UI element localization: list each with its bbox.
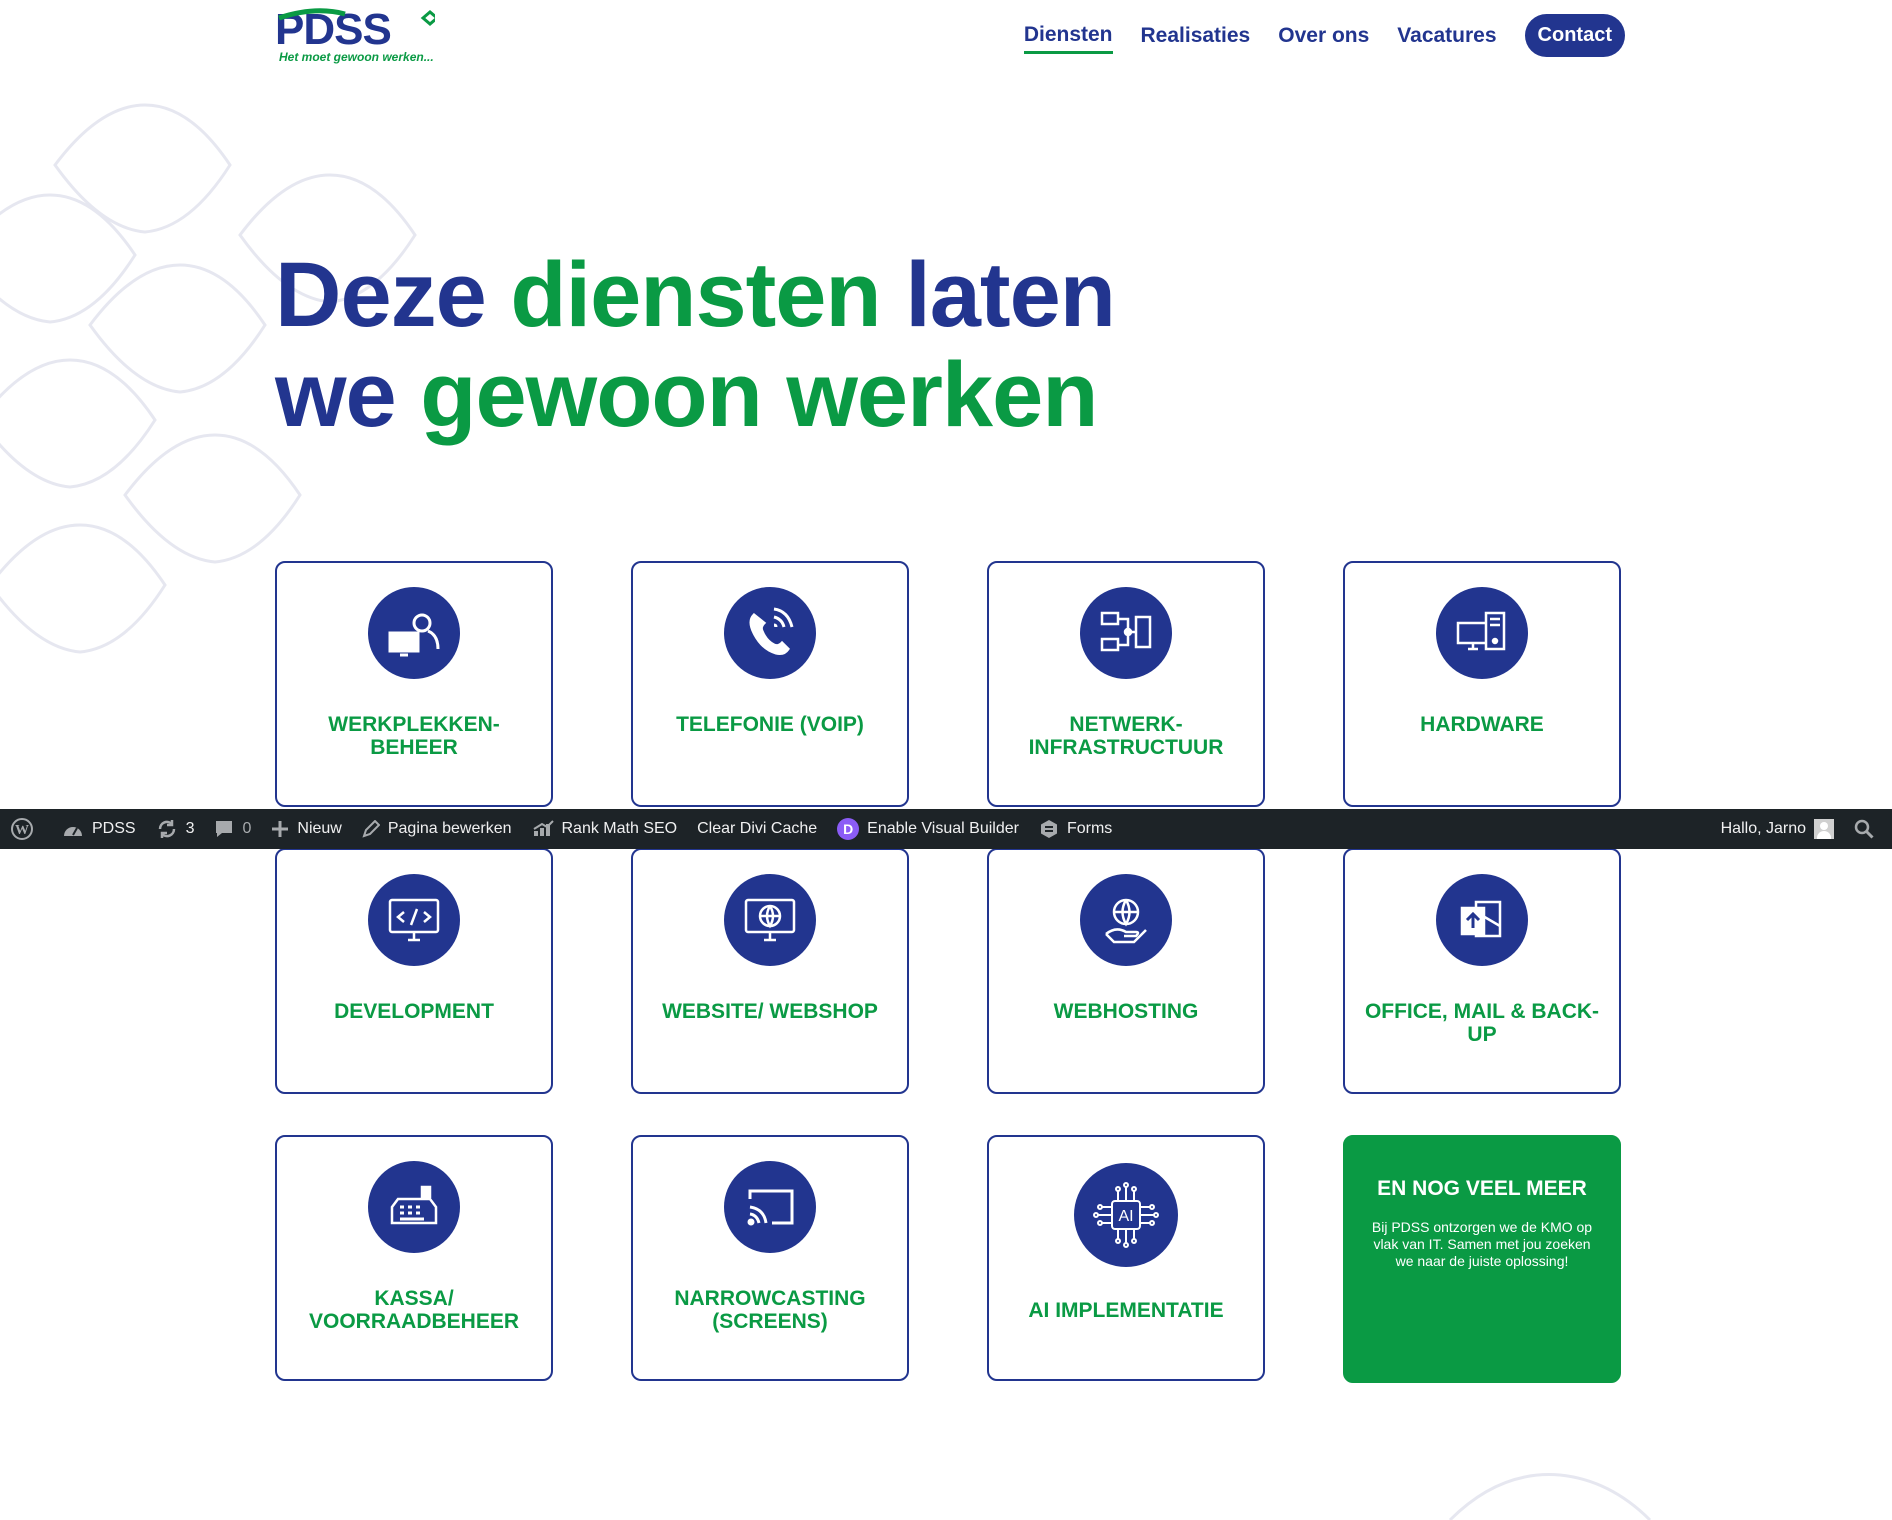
more-services-card[interactable]: EN NOG VEEL MEER Bij PDSS ontzorgen we d… (1343, 1135, 1621, 1383)
hero-text-5: gewoon werken (420, 344, 1098, 446)
service-card-kassa[interactable]: KASSA/ VOORRAADBEHEER (275, 1135, 553, 1381)
logo-tagline: Het moet gewoon werken... (279, 50, 434, 64)
comments-count: 0 (242, 820, 252, 837)
svg-text:W: W (15, 823, 29, 838)
service-label: WEBHOSTING (1053, 1000, 1199, 1023)
site-name-label: PDSS (92, 820, 136, 837)
rank-math-icon (532, 820, 554, 838)
service-card-narrowcasting[interactable]: NARROWCASTING (SCREENS) (631, 1135, 909, 1381)
hero-text-2: diensten (510, 244, 881, 346)
more-text: Bij PDSS ontzorgen we de KMO op vlak van… (1371, 1219, 1593, 1269)
visual-builder-link[interactable]: D Enable Visual Builder (827, 809, 1029, 849)
code-monitor-icon (368, 874, 460, 966)
rank-math-label: Rank Math SEO (561, 820, 678, 837)
forms-menu[interactable]: Forms (1029, 809, 1122, 849)
clear-cache-label: Clear Divi Cache (697, 820, 818, 837)
service-card-website[interactable]: WEBSITE/ WEBSHOP (631, 848, 909, 1094)
service-card-webhosting[interactable]: WEBHOSTING (987, 848, 1265, 1094)
clear-cache-link[interactable]: Clear Divi Cache (687, 809, 827, 849)
wp-logo-menu[interactable]: W (0, 809, 52, 849)
hero-heading: Deze diensten laten we gewoon werken (275, 245, 1275, 445)
wordpress-icon: W (10, 817, 34, 841)
svg-text:AI: AI (1118, 1208, 1133, 1225)
edit-page-label: Pagina bewerken (387, 820, 512, 837)
plus-icon (271, 820, 289, 838)
new-label: Nieuw (297, 820, 342, 837)
service-label: WERKPLEKKEN-BEHEER (328, 713, 500, 759)
updates-count: 3 (185, 820, 195, 837)
edit-page-link[interactable]: Pagina bewerken (352, 809, 522, 849)
new-content-menu[interactable]: Nieuw (261, 809, 351, 849)
phone-icon (724, 587, 816, 679)
dashboard-gauge-icon (62, 820, 84, 838)
account-menu[interactable]: Hallo, Jarno (1711, 809, 1844, 849)
service-card-hardware[interactable]: HARDWARE (1343, 561, 1621, 807)
service-label: NARROWCASTING (SCREENS) (674, 1287, 866, 1333)
nav-vacatures[interactable]: Vacatures (1397, 18, 1496, 54)
updates-icon (156, 819, 178, 839)
service-label: AI IMPLEMENTATIE (1028, 1299, 1224, 1322)
service-label: HARDWARE (1420, 713, 1544, 736)
service-label: WEBSITE/ WEBSHOP (662, 1000, 878, 1023)
hero-text-4: we (275, 344, 421, 446)
globe-monitor-icon (724, 874, 816, 966)
forms-label: Forms (1066, 820, 1113, 837)
site-logo[interactable]: PDSS Het moet gewoon werken... (275, 4, 445, 66)
comments-menu[interactable]: 0 (204, 809, 261, 849)
service-card-development[interactable]: DEVELOPMENT (275, 848, 553, 1094)
computer-tower-icon (1436, 587, 1528, 679)
cash-register-icon (368, 1161, 460, 1253)
hero-text-3: laten (880, 244, 1116, 346)
nav-over-ons[interactable]: Over ons (1278, 18, 1369, 54)
main-nav: Diensten Realisaties Over ons Vacatures … (996, 14, 1625, 57)
cast-screen-icon (724, 1161, 816, 1253)
search-icon (1854, 819, 1874, 839)
greeting-label: Hallo, Jarno (1720, 820, 1806, 837)
pencil-icon (362, 820, 380, 838)
contact-button[interactable]: Contact (1524, 14, 1625, 57)
service-label: OFFICE, MAIL & BACK-UP (1364, 1000, 1600, 1046)
rank-math-menu[interactable]: Rank Math SEO (522, 809, 688, 849)
nav-realisaties[interactable]: Realisaties (1141, 18, 1251, 54)
site-name-menu[interactable]: PDSS (52, 809, 146, 849)
service-label: NETWERK-INFRASTRUCTUUR (1028, 713, 1224, 759)
visual-builder-label: Enable Visual Builder (867, 820, 1019, 837)
network-icon (1080, 587, 1172, 679)
service-card-office[interactable]: OFFICE, MAIL & BACK-UP (1343, 848, 1621, 1094)
user-workstation-icon (368, 587, 460, 679)
service-label: TELEFONIE (VOIP) (676, 713, 864, 736)
divi-icon: D (837, 818, 860, 840)
comment-bubble-icon (214, 819, 234, 839)
service-card-netwerk[interactable]: NETWERK-INFRASTRUCTUUR (987, 561, 1265, 807)
service-label: KASSA/ VOORRAADBEHEER (308, 1287, 520, 1333)
wp-admin-bar: W PDSS 3 0 Nieuw Pagina bewerken Rank Ma… (0, 809, 1892, 849)
updates-menu[interactable]: 3 (146, 809, 205, 849)
hero-text-1: Deze (275, 244, 511, 346)
nav-diensten[interactable]: Diensten (1023, 17, 1113, 54)
mail-upload-icon (1436, 874, 1528, 966)
admin-search[interactable] (1844, 809, 1892, 849)
service-card-ai[interactable]: AI AI IMPLEMENTATIE (987, 1135, 1265, 1381)
globe-hand-icon (1080, 874, 1172, 966)
ai-chip-icon: AI (1074, 1163, 1178, 1267)
service-card-werkplekkenbeheer[interactable]: WERKPLEKKEN-BEHEER (275, 561, 553, 807)
forms-icon (1039, 819, 1059, 839)
avatar (1814, 819, 1834, 839)
more-title: EN NOG VEEL MEER (1377, 1177, 1587, 1200)
service-label: DEVELOPMENT (334, 1000, 494, 1023)
service-card-telefonie[interactable]: TELEFONIE (VOIP) (631, 561, 909, 807)
